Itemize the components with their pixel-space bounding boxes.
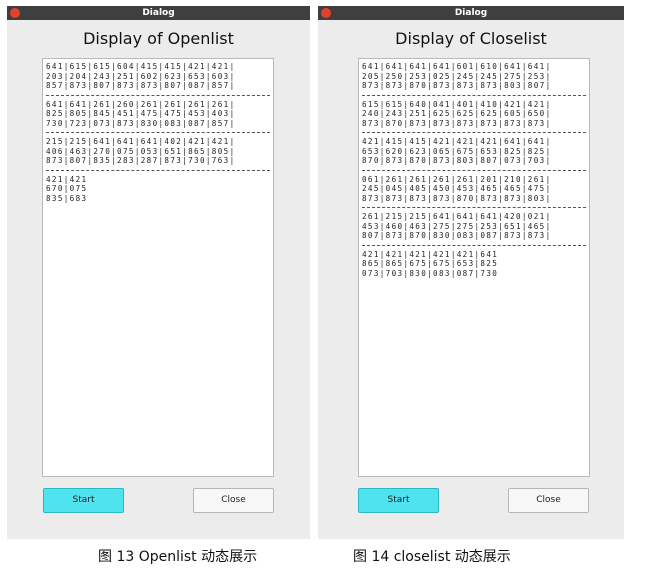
block-separator bbox=[362, 94, 586, 96]
list-block: 215|215|641|641|641|402|421|421| 406|463|… bbox=[43, 137, 273, 166]
start-button[interactable]: Start bbox=[43, 488, 124, 513]
list-block: 261|215|215|641|641|641|420|021| 453|460|… bbox=[359, 212, 589, 241]
block-separator bbox=[362, 244, 586, 246]
list-block: 421|421 670|075 835|683 bbox=[43, 175, 273, 204]
list-line: 240|243|251|625|625|625|605|650| bbox=[362, 109, 552, 118]
closelist-dialog: Dialog Display of Closelist 641|641|641|… bbox=[318, 6, 624, 539]
list-block: 641|641|641|641|601|610|641|641| 205|250|… bbox=[359, 62, 589, 91]
list-line: 421|415|415|421|421|421|641|641| bbox=[362, 137, 552, 146]
list-line: 873|873|873|873|870|873|873|803| bbox=[362, 193, 552, 203]
openlist-dialog: Dialog Display of Openlist 641|615|615|6… bbox=[7, 6, 310, 539]
list-line: 670|075 bbox=[46, 184, 88, 193]
figure-caption: 图 14 closelist 动态展示 bbox=[353, 549, 511, 565]
block-separator bbox=[362, 132, 586, 133]
figure-caption: 图 13 Openlist 动态展示 bbox=[98, 549, 258, 565]
block-separator bbox=[46, 169, 270, 171]
window-title: Dialog bbox=[142, 8, 175, 18]
list-line: 641|615|615|604|415|415|421|421| bbox=[46, 62, 236, 71]
openlist-text-area[interactable]: 641|615|615|604|415|415|421|421| 203|204|… bbox=[42, 58, 274, 477]
list-line: 835|683 bbox=[46, 193, 88, 203]
list-line: 873|873|870|873|873|873|803|807| bbox=[362, 81, 552, 90]
start-button[interactable]: Start bbox=[358, 488, 439, 513]
list-block: 641|615|615|604|415|415|421|421| 203|204|… bbox=[43, 62, 273, 91]
list-line: 215|215|641|641|641|402|421|421| bbox=[46, 137, 236, 146]
dialog-heading: Display of Closelist bbox=[395, 29, 547, 48]
list-line: 730|723|073|873|830|083|087|857| bbox=[46, 118, 236, 128]
list-line: 245|045|405|450|453|465|465|475| bbox=[362, 184, 552, 193]
window-title: Dialog bbox=[454, 8, 488, 18]
list-line: 641|641|641|641|601|610|641|641| bbox=[362, 62, 552, 71]
title-bar: Dialog bbox=[318, 6, 624, 20]
close-button[interactable]: Close bbox=[508, 488, 589, 513]
list-block: 061|261|261|261|261|201|210|261| 245|045|… bbox=[359, 175, 589, 204]
list-block: 421|421|421|421|421|641 865|865|675|675|6… bbox=[359, 250, 589, 279]
list-line: 865|865|675|675|653|825 bbox=[362, 259, 499, 268]
list-line: 061|261|261|261|261|201|210|261| bbox=[362, 174, 552, 184]
list-line: 857|873|807|873|873|807|087|857| bbox=[46, 81, 236, 90]
dialog-heading: Display of Openlist bbox=[83, 29, 234, 48]
list-line: 073|703|830|083|087|730 bbox=[362, 268, 499, 278]
list-line: 205|250|253|025|245|245|275|253| bbox=[362, 71, 552, 81]
list-line: 421|421 bbox=[46, 174, 88, 184]
list-line: 641|641|261|260|261|261|261|261| bbox=[46, 99, 236, 109]
list-block: 641|641|261|260|261|261|261|261| 825|805|… bbox=[43, 100, 273, 129]
block-separator bbox=[362, 207, 586, 208]
list-line: 421|421|421|421|421|641 bbox=[362, 249, 499, 259]
list-line: 406|463|270|075|053|651|865|805| bbox=[46, 146, 236, 156]
block-separator bbox=[46, 132, 270, 133]
list-line: 453|460|463|275|275|253|651|465| bbox=[362, 221, 552, 231]
list-line: 873|807|835|283|287|873|730|763| bbox=[46, 156, 236, 165]
list-line: 807|873|870|830|083|087|873|873| bbox=[362, 231, 552, 240]
block-separator bbox=[362, 169, 586, 171]
close-button[interactable]: Close bbox=[193, 488, 274, 513]
closelist-text-area[interactable]: 641|641|641|641|601|610|641|641| 205|250|… bbox=[358, 58, 590, 477]
title-bar: Dialog bbox=[7, 6, 310, 20]
list-line: 870|873|870|873|803|807|073|703| bbox=[362, 156, 552, 165]
list-line: 203|204|243|251|602|623|653|603| bbox=[46, 71, 236, 81]
list-block: 421|415|415|421|421|421|641|641| 653|620|… bbox=[359, 137, 589, 166]
list-line: 261|215|215|641|641|641|420|021| bbox=[362, 212, 552, 221]
list-line: 653|620|623|065|675|653|825|825| bbox=[362, 146, 552, 156]
list-block: 615|615|640|041|401|410|421|421| 240|243|… bbox=[359, 100, 589, 129]
list-line: 615|615|640|041|401|410|421|421| bbox=[362, 99, 552, 109]
list-line: 825|805|845|451|475|475|453|403| bbox=[46, 109, 236, 118]
list-line: 873|870|873|873|873|873|873|873| bbox=[362, 118, 552, 128]
block-separator bbox=[46, 94, 270, 96]
